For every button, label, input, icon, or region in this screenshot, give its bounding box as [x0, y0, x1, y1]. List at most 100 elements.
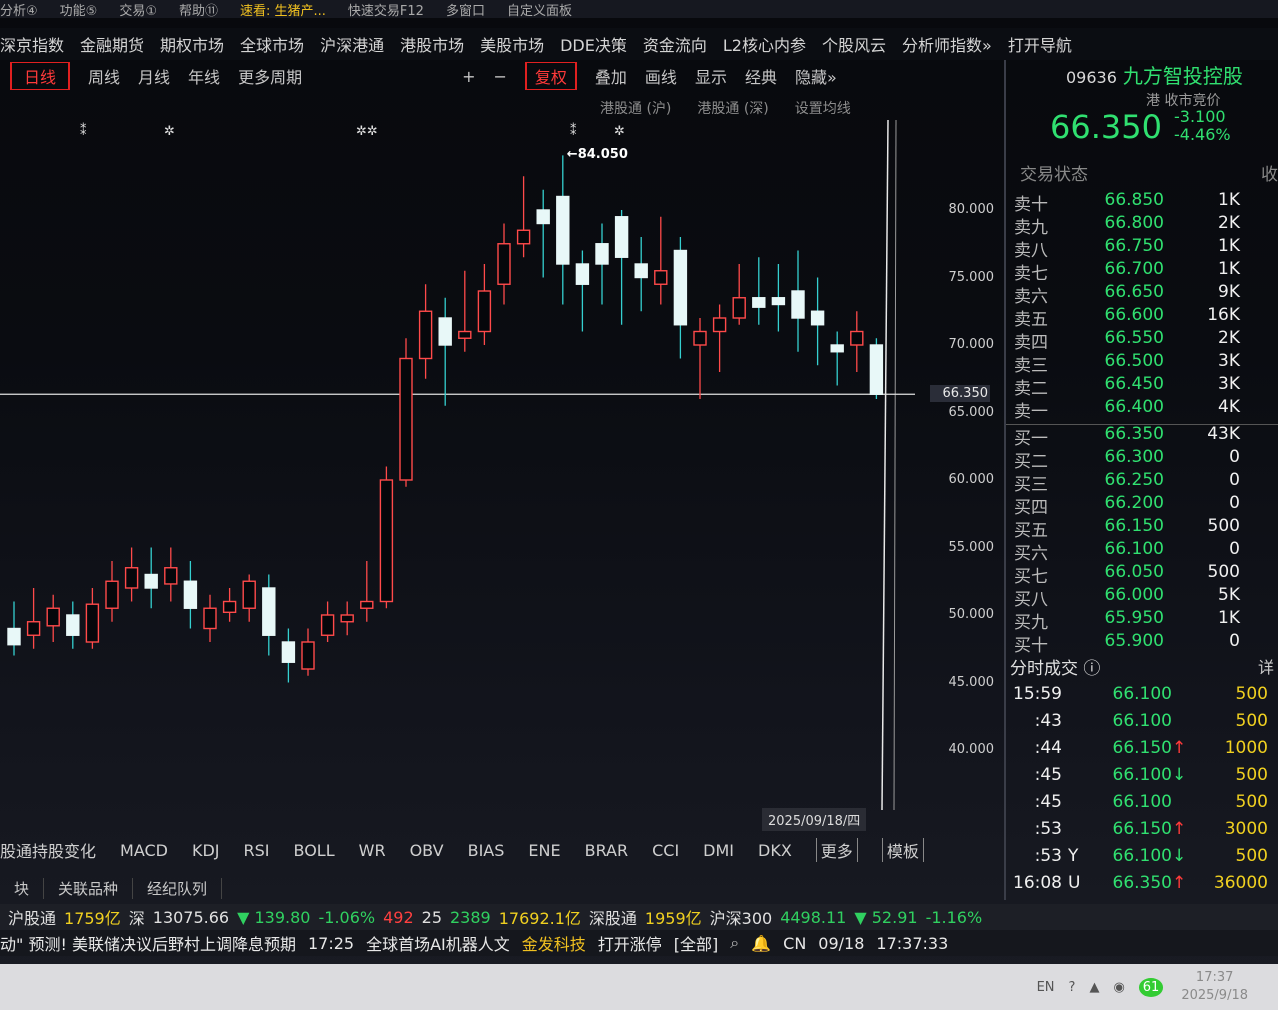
nav-dde[interactable]: DDE决策: [560, 32, 627, 56]
nav-connect[interactable]: 沪深港通: [320, 32, 384, 56]
bid-level[interactable]: 买八 66.000 5K: [1014, 585, 1240, 610]
menu-custom-panel[interactable]: 自定义面板: [507, 0, 572, 19]
indicator-tab-bias[interactable]: BIAS: [468, 841, 505, 860]
menu-help[interactable]: 帮助⑪: [179, 0, 218, 19]
menu-news-alert[interactable]: 速看: 生猪产...: [240, 0, 326, 19]
bid-level[interactable]: 买六 66.100 0: [1014, 539, 1240, 564]
sh-hk-connect-toggle[interactable]: 港股通 (沪): [600, 98, 671, 118]
indicator-tab-boll[interactable]: BOLL: [294, 841, 335, 860]
tab-sector[interactable]: 块: [0, 877, 45, 899]
indicator-tab-rsi[interactable]: RSI: [244, 841, 270, 860]
menu-function[interactable]: 功能⑤: [60, 0, 98, 19]
indicator-tab-brar[interactable]: BRAR: [585, 841, 629, 860]
indicator-tab-ene[interactable]: ENE: [528, 841, 560, 860]
nav-hk[interactable]: 港股市场: [400, 32, 464, 56]
nav-stock-news[interactable]: 个股风云: [822, 32, 886, 56]
zoom-in-button[interactable]: +: [462, 67, 475, 86]
lang-indicator[interactable]: EN: [1037, 980, 1055, 995]
indicator-tab-wr[interactable]: WR: [359, 841, 386, 860]
taskbar-clock[interactable]: 17:37 2025/9/18: [1181, 969, 1248, 1005]
indicator-tab-dkx[interactable]: DKX: [758, 841, 792, 860]
ask-level[interactable]: 卖十 66.850 1K: [1014, 190, 1240, 215]
bid-level[interactable]: 买九 65.950 1K: [1014, 608, 1240, 633]
search-icon[interactable]: ⌕: [730, 933, 739, 953]
menu-trade[interactable]: 交易①: [119, 0, 157, 19]
nav-analyst[interactable]: 分析师指数»: [902, 32, 992, 56]
level-volume: 0: [1229, 493, 1240, 513]
period-monthly-tab[interactable]: 月线: [138, 64, 170, 88]
ask-level[interactable]: 卖二 66.450 3K: [1014, 374, 1240, 399]
draw-line-button[interactable]: 画线: [645, 64, 677, 88]
bid-level[interactable]: 买二 66.300 0: [1014, 447, 1240, 472]
menu-multi-window[interactable]: 多窗口: [446, 0, 485, 19]
classic-button[interactable]: 经典: [745, 64, 777, 88]
candle-body: [575, 263, 590, 285]
trades-title[interactable]: 分时成交 ⓘ: [1010, 654, 1100, 679]
overlay-button[interactable]: 叠加: [595, 64, 627, 88]
candlestick-chart[interactable]: ⁑ ✲ ✲✲ ⁑ ✲ 80.000 75.000 70.000 65.000 60.00…: [0, 120, 1000, 840]
ticker-badge[interactable]: 金发科技: [522, 931, 586, 955]
bell-icon[interactable]: 🔔: [751, 934, 771, 953]
nav-open-guide[interactable]: 打开导航: [1008, 32, 1072, 56]
tab-broker-queue[interactable]: 经纪队列: [133, 877, 223, 899]
nav-us[interactable]: 美股市场: [480, 32, 544, 56]
ask-level[interactable]: 卖一 66.400 4K: [1014, 397, 1240, 422]
tab-related[interactable]: 关联品种: [44, 877, 134, 899]
battery-icon[interactable]: 61: [1138, 977, 1164, 997]
trade-price: 66.100: [1112, 792, 1172, 812]
trades-detail-button[interactable]: 详: [1258, 654, 1274, 678]
indicator-template-button[interactable]: 模板: [881, 838, 924, 862]
ticker-news[interactable]: 动" 预测! 美联储决议后野村上调降息预期: [0, 931, 296, 955]
nav-futures[interactable]: 金融期货: [80, 32, 144, 56]
period-daily-tab[interactable]: 日线: [10, 62, 71, 90]
indicator-tab-obv[interactable]: OBV: [410, 841, 444, 860]
nav-fund-flow[interactable]: 资金流向: [643, 32, 707, 56]
indicator-tab-macd[interactable]: MACD: [120, 841, 168, 860]
ask-level[interactable]: 卖九 66.800 2K: [1014, 213, 1240, 238]
ticker-all[interactable]: [全部]: [674, 931, 719, 955]
bid-level[interactable]: 买一 66.350 43K: [1014, 424, 1240, 449]
indicator-more-button[interactable]: 更多: [815, 838, 858, 862]
display-button[interactable]: 显示: [695, 64, 727, 88]
indicator-tab-cci[interactable]: CCI: [652, 841, 679, 860]
network-icon[interactable]: ▲: [1089, 980, 1099, 995]
candle-body: [203, 607, 217, 630]
ask-level[interactable]: 卖三 66.500 3K: [1014, 351, 1240, 376]
ask-level[interactable]: 卖八 66.750 1K: [1014, 236, 1240, 261]
hide-button[interactable]: 隐藏»: [795, 64, 837, 88]
bid-level[interactable]: 买三 66.250 0: [1014, 470, 1240, 495]
ma-settings-button[interactable]: 设置均线: [795, 98, 851, 118]
trade-volume: 500: [1235, 765, 1268, 785]
nav-options[interactable]: 期权市场: [160, 32, 224, 56]
more-periods-dropdown[interactable]: 更多周期: [238, 64, 302, 88]
bid-level[interactable]: 买四 66.200 0: [1014, 493, 1240, 518]
trade-time: :45: [1034, 792, 1062, 812]
sz-hk-connect-toggle[interactable]: 港股通 (深): [697, 98, 768, 118]
ask-level[interactable]: 卖七 66.700 1K: [1014, 259, 1240, 284]
period-yearly-tab[interactable]: 年线: [188, 64, 220, 88]
indicator-tab-dmi[interactable]: DMI: [703, 841, 734, 860]
change-value: -3.100: [1174, 107, 1226, 126]
help-icon[interactable]: ?: [1069, 980, 1076, 995]
menu-analysis[interactable]: 分析④: [0, 0, 38, 19]
adjust-rights-button[interactable]: 复权: [524, 62, 577, 90]
ticker-limit-up[interactable]: 打开涨停: [598, 931, 662, 955]
nav-global[interactable]: 全球市场: [240, 32, 304, 56]
ask-level[interactable]: 卖四 66.550 2K: [1014, 328, 1240, 353]
period-weekly-tab[interactable]: 周线: [88, 64, 120, 88]
menu-quick-trade[interactable]: 快速交易F12: [348, 0, 424, 19]
volume-icon[interactable]: ◉: [1113, 980, 1124, 995]
indicator-tab-kdj[interactable]: KDJ: [192, 841, 220, 860]
ask-level[interactable]: 卖六 66.650 9K: [1014, 282, 1240, 307]
bid-level[interactable]: 买五 66.150 500: [1014, 516, 1240, 541]
bid-level[interactable]: 买十 65.900 0: [1014, 631, 1240, 656]
nav-bj-index[interactable]: 深京指数: [0, 32, 64, 56]
level-price: 66.450: [1104, 374, 1164, 394]
ask-level[interactable]: 卖五 66.600 16K: [1014, 305, 1240, 330]
nav-l2[interactable]: L2核心内参: [723, 32, 806, 56]
candle-body: [712, 317, 727, 333]
indicator-tab-connect-holding[interactable]: 股通持股变化: [0, 838, 96, 862]
zoom-out-button[interactable]: −: [493, 67, 506, 86]
ticker-news-2[interactable]: 全球首场AI机器人文: [366, 931, 510, 955]
bid-level[interactable]: 买七 66.050 500: [1014, 562, 1240, 587]
